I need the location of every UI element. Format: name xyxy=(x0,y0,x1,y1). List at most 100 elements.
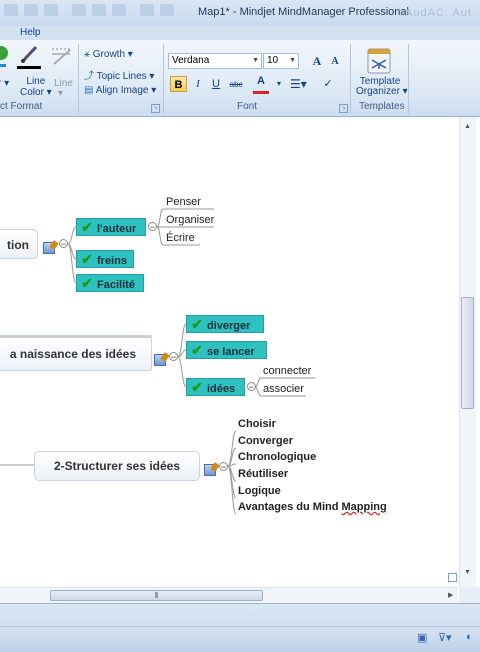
ribbon: r ▾ LineColor ▾ Line ▾ ct Format ⚹ Growt… xyxy=(0,40,480,117)
qat-icon[interactable] xyxy=(4,4,18,16)
topic-label: se lancer xyxy=(207,346,255,358)
qat-icon[interactable] xyxy=(72,4,86,16)
note-icon[interactable] xyxy=(154,354,166,366)
scroll-corner xyxy=(459,587,480,603)
qat-icon[interactable] xyxy=(44,4,58,16)
group-separator xyxy=(350,44,351,114)
tab-help[interactable]: Help xyxy=(20,27,41,38)
topic-label: Facilité xyxy=(97,279,135,291)
line-color-bar xyxy=(17,66,41,69)
topic-converger[interactable]: Converger xyxy=(238,435,293,447)
subtopic-facilite[interactable]: ✔ Facilité xyxy=(76,274,144,292)
fill-color-dropdown[interactable]: r ▾ xyxy=(0,78,9,89)
italic-button[interactable]: I xyxy=(190,76,206,92)
topic-reutiliser[interactable]: Réutiliser xyxy=(238,468,288,480)
template-organizer-label-2: Organizer xyxy=(356,86,400,97)
horizontal-scrollbar[interactable]: ▶ ⦀ xyxy=(0,587,458,604)
grow-font-button[interactable]: A xyxy=(309,53,325,69)
templates-group-label: Templates xyxy=(359,101,405,112)
topic-penser[interactable]: Penser xyxy=(166,196,201,208)
collapse-icon[interactable]: − xyxy=(247,382,256,392)
font-name-value: Verdana xyxy=(172,55,210,66)
scroll-right-icon[interactable]: ▶ xyxy=(448,591,453,599)
line-button[interactable]: Line xyxy=(54,78,73,89)
align-image-button[interactable]: ▤ Align Image ▾ xyxy=(84,85,156,96)
align-text-icon[interactable]: ☰▾ xyxy=(290,76,307,92)
check-icon: ✔ xyxy=(191,379,203,395)
template-organizer-button[interactable]: Template Organizer ▾ xyxy=(356,77,408,97)
qat-icon[interactable] xyxy=(24,4,38,16)
topic-label: idées xyxy=(207,383,236,395)
topic-lines-icon: ⤴ xyxy=(84,71,94,82)
ribbon-tab-row: Help xyxy=(0,26,480,40)
qat-icon[interactable] xyxy=(160,4,174,16)
topic-branch-1[interactable]: tion xyxy=(0,229,38,259)
topic-lines-label: Topic Lines xyxy=(96,71,147,82)
note-icon[interactable] xyxy=(204,464,216,476)
map-canvas[interactable]: tion − ✔ l'auteur − Penser Organiser Écri… xyxy=(0,117,458,587)
scroll-up-icon[interactable]: ▲ xyxy=(464,123,471,130)
topic-organiser[interactable]: Organiser xyxy=(166,214,214,226)
topic-choisir[interactable]: Choisir xyxy=(238,418,276,430)
line-dropdown-arrow[interactable]: ▾ xyxy=(58,88,63,99)
note-icon[interactable] xyxy=(43,242,55,254)
font-name-combo[interactable]: Verdana ▼ xyxy=(168,53,262,69)
line-color-button[interactable]: Line Color ▾ xyxy=(20,76,52,98)
fill-color-icon[interactable] xyxy=(0,46,8,60)
topic-label: a naissance des idées xyxy=(9,347,136,361)
topic-associer[interactable]: associer xyxy=(263,383,304,395)
spell-check-icon[interactable]: ✓ xyxy=(320,76,336,92)
line-style-icon[interactable] xyxy=(50,44,74,68)
topic-logique[interactable]: Logique xyxy=(238,485,281,497)
growth-button[interactable]: ⚹ Growth ▾ xyxy=(84,49,133,60)
zoom-icon[interactable]: ◐ xyxy=(466,631,473,645)
collapse-icon[interactable]: − xyxy=(219,462,228,472)
topic-branch-2[interactable]: a naissance des idées xyxy=(0,335,152,371)
topic-chronologique[interactable]: Chronologique xyxy=(238,451,316,463)
line-color-icon[interactable] xyxy=(18,44,40,66)
object-format-group-label: ct Format xyxy=(0,101,43,112)
qat-icon[interactable] xyxy=(140,4,154,16)
view-toggle-icon[interactable]: ▣ xyxy=(417,631,427,645)
bold-button[interactable]: B xyxy=(170,76,187,92)
title-bar: Map1* - Mindjet MindManager Professional… xyxy=(0,0,480,26)
vertical-scroll-thumb[interactable] xyxy=(461,297,474,409)
filter-icon[interactable]: ⊽▾ xyxy=(438,631,452,645)
font-size-combo[interactable]: 10 ▼ xyxy=(263,53,299,69)
font-dialog-launcher-icon[interactable]: ↘ xyxy=(339,104,348,113)
qat-icon[interactable] xyxy=(92,4,106,16)
underline-button[interactable]: U xyxy=(208,76,224,92)
subtopic-freins[interactable]: ✔ freins xyxy=(76,250,134,268)
subtopic-diverger[interactable]: ✔ diverger xyxy=(186,315,264,333)
subtopic-lauteur[interactable]: ✔ l'auteur xyxy=(76,218,146,236)
topic-lines-button[interactable]: ⤴ Topic Lines ▾ xyxy=(84,67,154,82)
topic-branch-3[interactable]: 2-Structurer ses idées xyxy=(34,451,200,481)
line-color-label: Line Color ▾ xyxy=(20,76,52,98)
shrink-font-button[interactable]: A xyxy=(327,54,343,70)
template-organizer-icon[interactable] xyxy=(367,48,391,74)
topic-connecter[interactable]: connecter xyxy=(263,365,311,377)
collapse-icon[interactable]: − xyxy=(148,222,157,232)
subtopic-se-lancer[interactable]: ✔ se lancer xyxy=(186,341,267,359)
split-view-icon[interactable] xyxy=(448,573,457,582)
strikethrough-button[interactable]: abc xyxy=(228,77,244,93)
align-image-icon: ▤ xyxy=(84,85,94,96)
subtopic-idees[interactable]: ✔ idées xyxy=(186,378,245,396)
topic-avantages-mind-mapping[interactable]: Avantages du Mind Mapping xyxy=(238,501,387,513)
collapse-icon[interactable]: − xyxy=(169,352,178,362)
topic-label: diverger xyxy=(207,320,251,332)
misspelled-word: Mapping xyxy=(341,501,387,513)
check-icon: ✔ xyxy=(191,342,203,358)
font-group-label: Font xyxy=(237,101,258,112)
growth-icon: ⚹ xyxy=(84,49,90,60)
topic-ecrire[interactable]: Écrire xyxy=(166,232,195,244)
chevron-down-icon[interactable]: ▾ xyxy=(271,76,287,92)
chevron-down-icon: ▼ xyxy=(289,57,296,64)
font-color-button[interactable]: A xyxy=(253,75,269,94)
horizontal-scroll-thumb[interactable]: ⦀ xyxy=(50,590,263,601)
scroll-down-icon[interactable]: ▼ xyxy=(464,569,471,576)
layout-dialog-launcher-icon[interactable]: ↘ xyxy=(151,104,160,113)
vertical-scrollbar[interactable]: ▲ ▼ xyxy=(459,117,476,587)
collapse-icon[interactable]: − xyxy=(59,239,68,249)
qat-icon[interactable] xyxy=(112,4,126,16)
